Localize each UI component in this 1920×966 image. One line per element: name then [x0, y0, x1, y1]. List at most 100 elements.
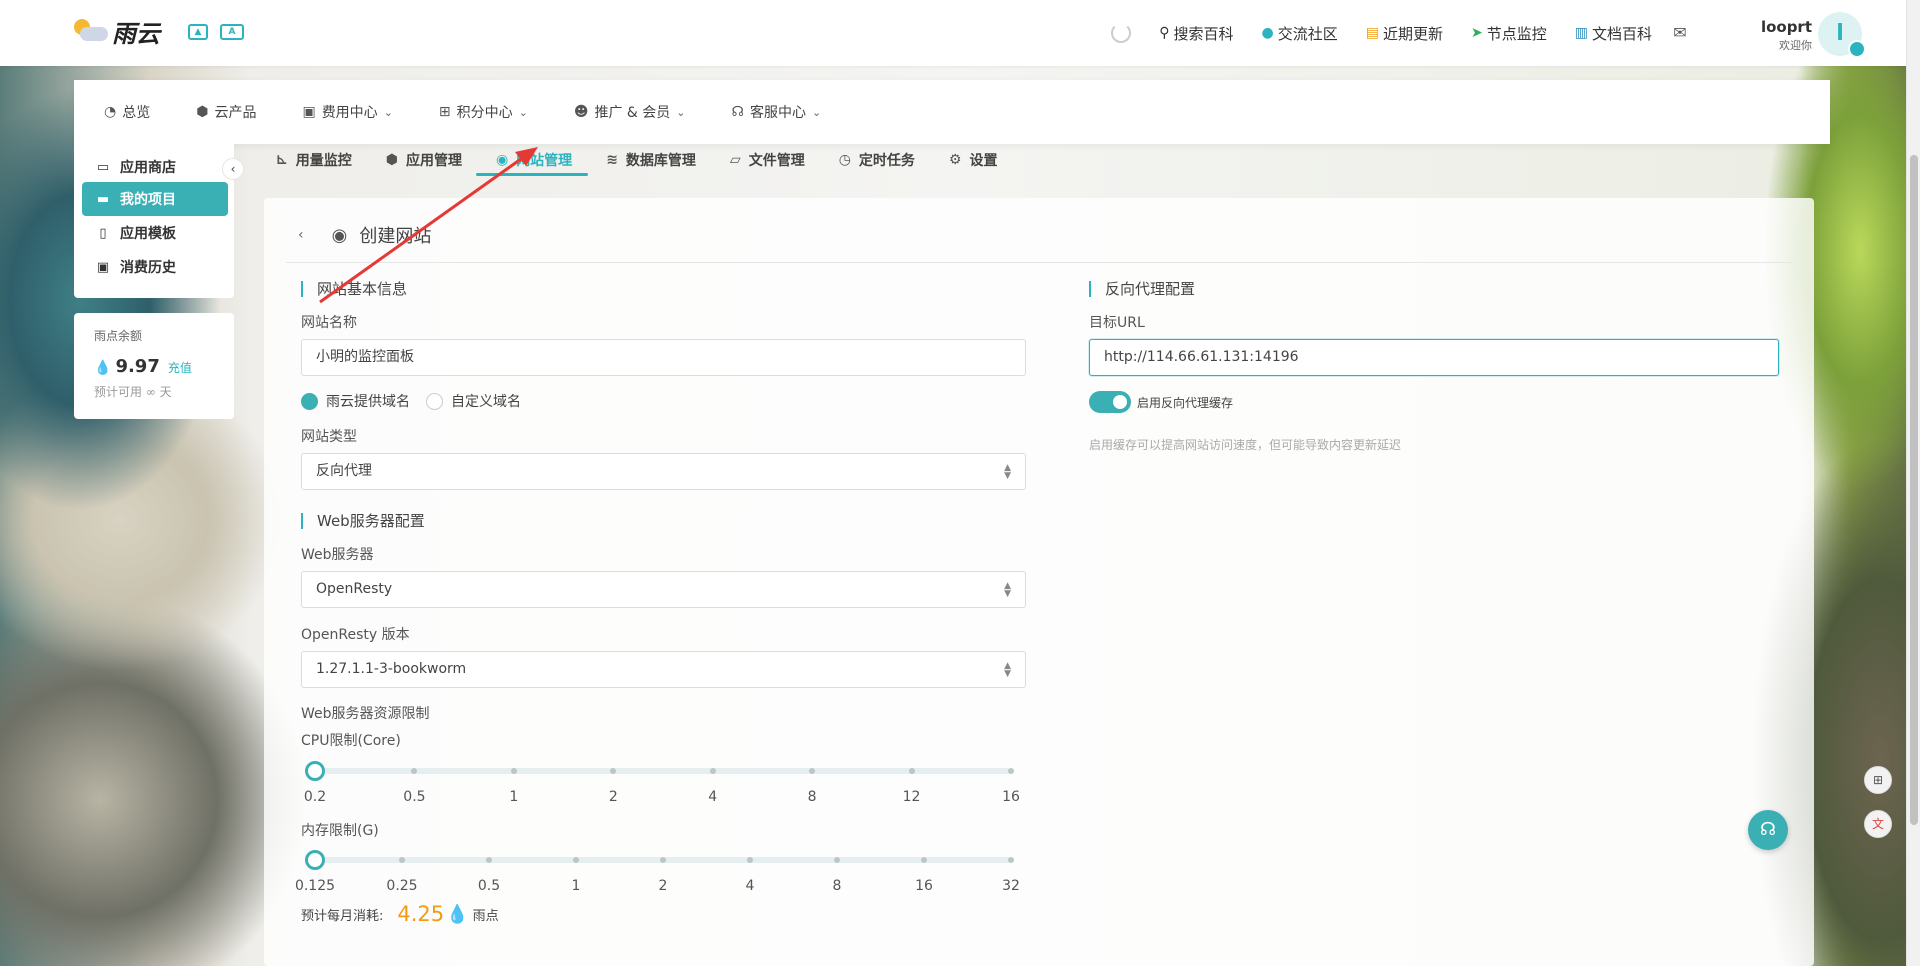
main-nav-item-5[interactable]: ☊ 客服中心 ⌄: [732, 102, 822, 122]
main-nav-item-2[interactable]: ▣ 费用中心 ⌄: [302, 102, 392, 122]
sidebar-item-0[interactable]: ▭ 应用商店: [82, 150, 228, 184]
cache-toggle-label: 启用反向代理缓存: [1137, 395, 1234, 410]
slider-step[interactable]: [1008, 768, 1014, 774]
radio-provided-domain[interactable]: 雨云提供域名: [301, 391, 410, 411]
cubes-icon: ⬢: [196, 104, 209, 120]
radio-custom-domain[interactable]: 自定义域名: [426, 391, 521, 411]
chevron-down-icon: ⌄: [676, 105, 686, 119]
vertical-scrollbar[interactable]: [1906, 0, 1920, 966]
gift-icon: ⊞: [438, 104, 451, 120]
main-nav-item-4[interactable]: ☻ 推广 & 会员 ⌄: [574, 102, 686, 122]
translate-icon[interactable]: A: [220, 24, 244, 40]
version-label: OpenResty 版本: [301, 627, 410, 643]
qr-scan-icon[interactable]: ⊞: [1864, 766, 1892, 794]
tab-1[interactable]: ⬢ 应用管理: [386, 142, 462, 178]
tab-4[interactable]: ▱ 文件管理: [730, 142, 805, 178]
top-nav: ⚲ 搜索百科 ● 交流社区 ▤ 近期更新 ➤ 节点监控 ▥ 文档百科: [1111, 0, 1652, 66]
sidebar-item-1[interactable]: ▬ 我的项目: [82, 182, 228, 216]
sidebar-collapse-button[interactable]: ‹: [222, 158, 244, 180]
slider-tick-label: 1: [509, 789, 519, 805]
slider-step[interactable]: [747, 857, 753, 863]
cache-toggle[interactable]: [1089, 391, 1131, 413]
slider-handle[interactable]: [305, 850, 325, 870]
main-nav-label: 总览: [122, 105, 151, 121]
tab-0[interactable]: ⊾ 用量监控: [276, 142, 352, 178]
slider-step[interactable]: [573, 857, 579, 863]
web-server-value: OpenResty: [316, 581, 393, 597]
main-nav-label: 云产品: [214, 105, 257, 121]
site-type-select[interactable]: 反向代理 ▲ ▼: [301, 453, 1026, 490]
back-button[interactable]: ‹: [298, 227, 304, 243]
balance-title: 雨点余额: [94, 329, 143, 343]
money-bill-icon: ▣: [96, 259, 110, 275]
image-icon[interactable]: ▲: [188, 24, 208, 40]
version-select[interactable]: 1.27.1.1-3-bookworm ▲ ▼: [301, 651, 1026, 688]
slider-handle[interactable]: [305, 761, 325, 781]
slider-tick-label: 2: [608, 789, 618, 805]
sidebar: ▭ 应用商店 ▬ 我的项目 ▯ 应用模板 ▣ 消费历史: [74, 144, 234, 298]
topnav-item-4[interactable]: ▥ 文档百科: [1575, 23, 1652, 44]
slider-step[interactable]: [510, 768, 517, 774]
sidebar-item-3[interactable]: ▣ 消费历史: [82, 250, 228, 284]
raindrop-icon: 💧: [446, 903, 469, 925]
slider-step[interactable]: [908, 768, 915, 774]
main-nav-item-0[interactable]: ◔ 总览: [104, 102, 150, 122]
user-greeting: 欢迎你: [1779, 39, 1812, 52]
topnav-item-1[interactable]: ● 交流社区: [1262, 23, 1338, 44]
cogs-icon: ⚙: [948, 152, 962, 168]
slider-step[interactable]: [660, 857, 666, 863]
version-value: 1.27.1.1-3-bookworm: [316, 661, 467, 677]
slider-track[interactable]: [315, 768, 1011, 774]
site-name-input[interactable]: 小明的监控面板: [301, 339, 1026, 376]
slider-step[interactable]: [486, 857, 492, 863]
sidebar-item-2[interactable]: ▯ 应用模板: [82, 216, 228, 250]
target-url-input[interactable]: http://114.66.61.131:14196: [1089, 339, 1779, 376]
slider-step[interactable]: [709, 768, 716, 774]
tab-label: 应用管理: [405, 153, 462, 169]
web-server-select[interactable]: OpenResty ▲ ▼: [301, 571, 1026, 608]
slider-step[interactable]: [834, 857, 840, 863]
slider-step[interactable]: [399, 857, 405, 863]
tab-2[interactable]: ◉ 网站管理: [475, 142, 589, 178]
customer-support-button[interactable]: ☊: [1748, 810, 1788, 850]
main-nav-item-3[interactable]: ⊞ 积分中心 ⌄: [439, 102, 528, 122]
globe-icon: ◉: [331, 224, 348, 246]
tab-6[interactable]: ⚙ 设置: [949, 142, 998, 178]
chevron-down-icon: ⌄: [518, 105, 528, 119]
memory-limit-slider[interactable]: 0.125 0.25 0.5 1 2 4 8 16 32: [295, 850, 1020, 894]
tab-3[interactable]: ≋ 数据库管理: [606, 142, 696, 178]
topnav-item-2[interactable]: ▤ 近期更新: [1366, 23, 1443, 44]
drop-icon: 💧: [94, 360, 112, 376]
translate-float-icon[interactable]: 文: [1864, 810, 1892, 838]
slider-tick-label: 0.5: [477, 878, 501, 894]
select-arrows-icon: ▲ ▼: [1004, 661, 1011, 679]
topnav-item-3[interactable]: ➤ 节点监控: [1471, 23, 1547, 44]
slider-tick-label: 0.25: [386, 878, 418, 894]
slider-step[interactable]: [1008, 857, 1014, 863]
scrollbar-thumb[interactable]: [1910, 155, 1918, 825]
mail-icon[interactable]: ✉: [1666, 20, 1694, 48]
main-nav: ◔ 总览 ⬢ 云产品 ▣ 费用中心 ⌄ ⊞ 积分中心 ⌄ ☻ 推广 & 会员 ⌄ ☊ 客服中心 ⌄: [74, 80, 1830, 144]
user-info[interactable]: looprt 欢迎你: [1761, 18, 1812, 53]
topnav-label: 交流社区: [1277, 24, 1338, 43]
tab-5[interactable]: ◷ 定时任务: [839, 142, 915, 178]
logo[interactable]: 雨云: [72, 14, 160, 49]
cache-hint: 启用缓存可以提高网站访问速度，但可能导致内容更新延迟: [1089, 438, 1402, 452]
slider-step[interactable]: [921, 857, 927, 863]
slider-tick-label: 32: [1002, 878, 1020, 894]
folder-icon: ▬: [96, 191, 110, 207]
radio-dot: [301, 392, 318, 410]
avatar[interactable]: l: [1818, 12, 1866, 58]
loading-spinner-icon: [1111, 23, 1132, 43]
slider-tick-label: 16: [915, 878, 933, 894]
avatar-badge-icon: [1848, 40, 1866, 58]
balance-estimate: 预计可用 ∞ 天: [94, 385, 172, 399]
main-nav-item-1[interactable]: ⬢ 云产品: [196, 102, 256, 122]
cpu-limit-slider[interactable]: 0.2 0.5 1 2 4 8 12 16: [304, 761, 1020, 805]
recharge-link[interactable]: 充值: [168, 359, 192, 376]
slider-tick-label: 4: [708, 789, 718, 805]
select-arrows-icon: ▲ ▼: [1004, 581, 1011, 599]
topnav-item-0[interactable]: ⚲ 搜索百科: [1159, 23, 1233, 44]
user-name: looprt: [1760, 18, 1812, 36]
logo-text: 雨云: [112, 19, 160, 48]
